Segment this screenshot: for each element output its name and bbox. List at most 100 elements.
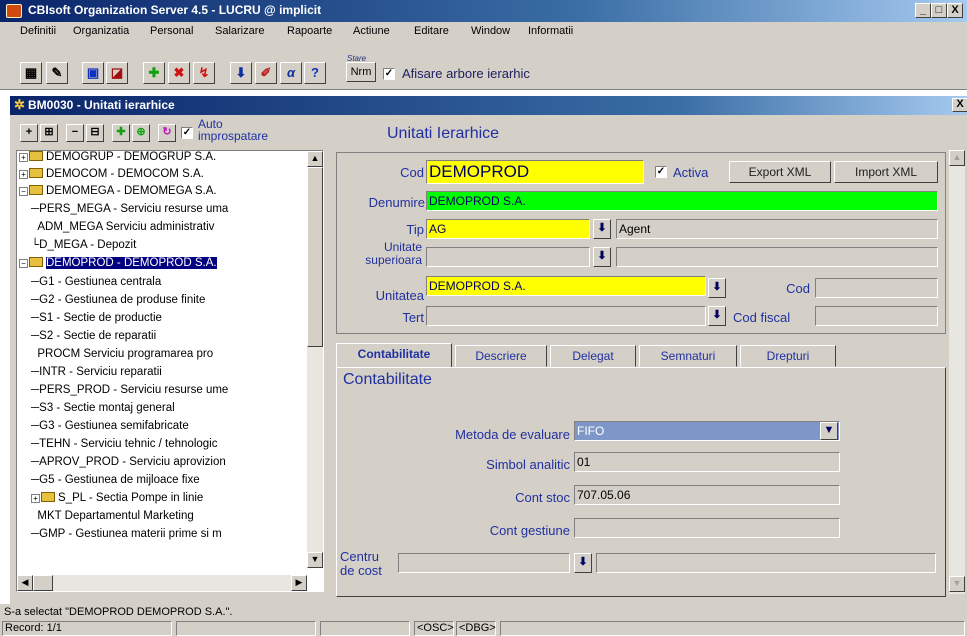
menu-personal[interactable]: Personal	[150, 25, 193, 37]
simbol-input[interactable]: 01	[574, 452, 840, 472]
tree-item[interactable]: + DEMOGRUP - DEMOGRUP S.A.	[19, 151, 216, 168]
tab-delegat[interactable]: Delegat	[550, 345, 636, 367]
tree-item[interactable]: + DEMOCOM - DEMOCOM S.A.	[19, 168, 204, 185]
menu-editare[interactable]: Editare	[414, 25, 449, 37]
tree-hscrollbar[interactable]: ◀ ▶	[17, 575, 307, 591]
chevron-down-icon[interactable]: ▼	[820, 422, 838, 440]
tree-item[interactable]: ─TEHN - Serviciu tehnic / tehnologic	[31, 438, 217, 455]
unitatea-lookup-icon[interactable]: ⬇	[708, 278, 726, 298]
edit-record-icon[interactable]: ✐	[255, 62, 277, 84]
expand-icon[interactable]: +	[19, 153, 28, 162]
tip-input[interactable]: AG	[426, 219, 590, 239]
afisare-checkbox[interactable]: ✓	[383, 68, 395, 80]
unit-tree[interactable]: + DEMOGRUP - DEMOGRUP S.A. + DEMOCOM - DEM…	[16, 150, 324, 592]
tree-item[interactable]: ─G1 - Gestiunea centrala	[31, 276, 161, 293]
tree-item[interactable]: ─S3 - Sectie montaj general	[31, 402, 175, 419]
minimize-button[interactable]: _	[915, 3, 931, 18]
scroll-down-icon[interactable]: ▼	[307, 552, 323, 568]
add-icon[interactable]: ✚	[143, 62, 165, 84]
tert-lookup-icon[interactable]: ⬇	[708, 306, 726, 326]
tree-item[interactable]: ─GMP - Gestiunea materii prime si m	[31, 528, 222, 545]
expand-icon[interactable]: +	[31, 494, 40, 503]
tree-item[interactable]: ─S1 - Sectie de productie	[31, 312, 162, 329]
tree-collapse-icon[interactable]: −	[66, 124, 84, 142]
export-xml-button[interactable]: Export XML	[729, 161, 831, 183]
collapse-icon[interactable]: −	[19, 187, 28, 196]
tree-item[interactable]: + S_PL - Sectia Pompe in linie	[31, 492, 203, 509]
tree-add-icon[interactable]: ✚	[112, 124, 130, 142]
scroll-thumb[interactable]	[307, 167, 323, 347]
tree-item[interactable]: ─PERS_MEGA - Serviciu resurse uma	[31, 203, 228, 220]
centru-input[interactable]	[398, 553, 570, 573]
cod-fiscal-input[interactable]	[815, 306, 938, 326]
nrm-button[interactable]: Nrm	[346, 62, 376, 82]
tree-expand-icon[interactable]: +	[20, 124, 38, 142]
auto-refresh-checkbox[interactable]: ✓	[181, 127, 193, 139]
scroll-thumb[interactable]	[33, 575, 53, 591]
menu-window[interactable]: Window	[471, 25, 510, 37]
refresh-icon[interactable]: ↻	[158, 124, 176, 142]
collapse-icon[interactable]: −	[19, 259, 28, 268]
grid-icon[interactable]: ▦	[20, 62, 42, 84]
form-vscrollbar[interactable]: ▲ ▼	[949, 150, 965, 594]
tree-item-selected[interactable]: − DEMOPROD - DEMOPROD S.A.	[19, 257, 217, 274]
unit-sup-lookup-icon[interactable]: ⬇	[593, 247, 611, 267]
download-arrow-icon[interactable]: ⬇	[230, 62, 252, 84]
tree-add-child-icon[interactable]: ⊕	[132, 124, 150, 142]
activa-checkbox[interactable]: ✓	[655, 166, 667, 178]
tree-item[interactable]: ─S2 - Sectie de reparatii	[31, 330, 156, 347]
tree-item[interactable]: ADM_MEGA Serviciu administrativ	[31, 221, 214, 238]
close-button[interactable]: X	[947, 3, 963, 18]
tree-item[interactable]: ─G5 - Gestiunea de mijloace fixe	[31, 474, 200, 491]
tree-expand-all-icon[interactable]: ⊞	[40, 124, 58, 142]
cod-input[interactable]: DEMOPROD	[426, 160, 644, 184]
tree-vscrollbar[interactable]: ▲ ▼	[307, 151, 323, 568]
scroll-up-icon[interactable]: ▲	[949, 150, 965, 166]
tree-item[interactable]: ─G2 - Gestiunea de produse finite	[31, 294, 205, 311]
tab-drepturi[interactable]: Drepturi	[740, 345, 836, 367]
cont-gestiune-input[interactable]	[574, 518, 840, 538]
tab-semnaturi[interactable]: Semnaturi	[639, 345, 737, 367]
delete-icon[interactable]: ✖	[168, 62, 190, 84]
cancel-icon[interactable]: ◪	[106, 62, 128, 84]
maximize-button[interactable]: □	[931, 3, 947, 18]
tree-item[interactable]: PROCM Serviciu programarea pro	[31, 348, 213, 365]
unitatea-input[interactable]: DEMOPROD S.A.	[426, 276, 706, 296]
edit-pencil-icon[interactable]: ✎	[46, 62, 68, 84]
tert-input[interactable]	[426, 306, 706, 326]
tab-contabilitate[interactable]: Contabilitate	[336, 343, 452, 368]
help-icon[interactable]: ?	[304, 62, 326, 84]
tip-lookup-icon[interactable]: ⬇	[593, 219, 611, 239]
child-close-button[interactable]: X	[952, 98, 967, 112]
metoda-select[interactable]: FIFO	[574, 421, 840, 441]
cod2-input[interactable]	[815, 278, 938, 298]
tab-descriere[interactable]: Descriere	[455, 345, 547, 367]
scroll-up-icon[interactable]: ▲	[307, 151, 323, 167]
alpha-icon[interactable]: α	[280, 62, 302, 84]
scroll-down-icon[interactable]: ▼	[949, 576, 965, 592]
tree-item[interactable]: − DEMOMEGA - DEMOMEGA S.A.	[19, 185, 217, 202]
scroll-left-icon[interactable]: ◀	[17, 575, 33, 591]
menu-rapoarte[interactable]: Rapoarte	[287, 25, 332, 37]
tree-item[interactable]: ─G3 - Gestiunea semifabricate	[31, 420, 189, 437]
expand-icon[interactable]: +	[19, 170, 28, 179]
tree-item[interactable]: MKT Departamentul Marketing	[31, 510, 193, 527]
centru-lookup-icon[interactable]: ⬇	[574, 553, 592, 573]
menu-actiune[interactable]: Actiune	[353, 25, 390, 37]
menu-definitii[interactable]: Definitii	[20, 25, 56, 37]
tree-item[interactable]: ─PERS_PROD - Serviciu resurse ume	[31, 384, 228, 401]
import-xml-button[interactable]: Import XML	[834, 161, 938, 183]
unit-sup-input[interactable]	[426, 247, 590, 267]
tree-item[interactable]: ─INTR - Serviciu reparatii	[31, 366, 162, 383]
menu-organizatia[interactable]: Organizatia	[73, 25, 129, 37]
tree-item[interactable]: └D_MEGA - Depozit	[31, 239, 136, 256]
save-icon[interactable]: ▣	[82, 62, 104, 84]
menu-salarizare[interactable]: Salarizare	[215, 25, 265, 37]
denumire-input[interactable]: DEMOPROD S.A.	[426, 191, 938, 211]
clear-icon[interactable]: ↯	[193, 62, 215, 84]
tree-collapse-all-icon[interactable]: ⊟	[86, 124, 104, 142]
scroll-right-icon[interactable]: ▶	[291, 575, 307, 591]
tree-item[interactable]: ─APROV_PROD - Serviciu aprovizion	[31, 456, 226, 473]
cont-stoc-input[interactable]: 707.05.06	[574, 485, 840, 505]
menu-informatii[interactable]: Informatii	[528, 25, 573, 37]
